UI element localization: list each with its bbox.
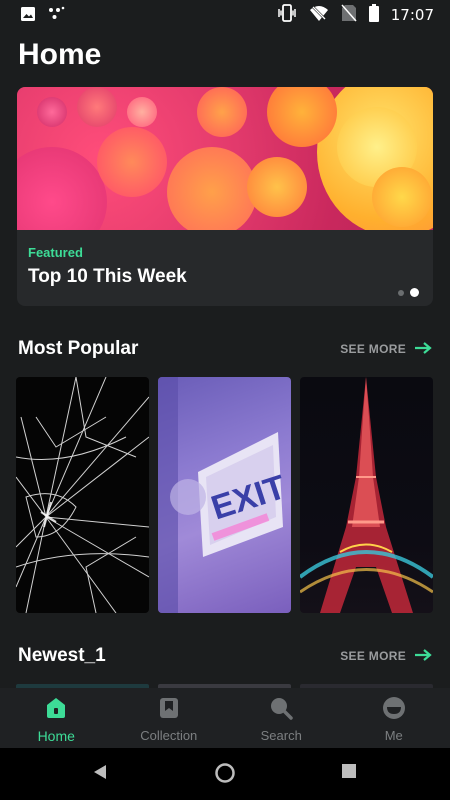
- eiffel-tower-image: [300, 377, 433, 613]
- image-icon: [20, 6, 36, 27]
- see-more-most-popular-button[interactable]: SEE MORE: [340, 341, 432, 357]
- arrow-right-icon: [414, 648, 432, 664]
- battery-icon: [368, 4, 379, 26]
- see-more-label: SEE MORE: [340, 342, 406, 356]
- most-popular-list: EXIT: [16, 377, 433, 613]
- nav-search[interactable]: Search: [225, 688, 338, 748]
- vibrate-icon: [277, 4, 297, 26]
- nav-collection[interactable]: Collection: [113, 688, 226, 748]
- dots-icon: [48, 6, 66, 27]
- nav-me-label: Me: [384, 728, 403, 743]
- newest-header: Newest_1 SEE MORE: [18, 645, 432, 667]
- exit-sign-image: EXIT: [158, 377, 291, 613]
- clock: 17:07: [390, 6, 434, 24]
- carousel-indicator[interactable]: [398, 288, 419, 297]
- no-sim-icon: [341, 4, 357, 26]
- carousel-dot[interactable]: [398, 289, 404, 296]
- wallpaper-thumb-cracked-glass[interactable]: [16, 377, 149, 613]
- arrow-right-icon: [414, 341, 432, 357]
- cracked-glass-image: [16, 377, 149, 613]
- status-bar: 17:07: [0, 0, 450, 28]
- nav-me[interactable]: Me: [338, 688, 450, 748]
- carousel-dot-active[interactable]: [410, 288, 419, 297]
- bookmark-icon: [157, 696, 181, 725]
- section-title-most-popular: Most Popular: [18, 338, 139, 359]
- back-icon[interactable]: [93, 764, 107, 785]
- system-navigation-bar: [0, 748, 450, 800]
- wallpaper-thumb-eiffel-tower[interactable]: [300, 377, 433, 613]
- featured-title: Top 10 This Week: [28, 266, 187, 287]
- most-popular-header: Most Popular SEE MORE: [18, 338, 432, 360]
- recents-icon[interactable]: [342, 764, 356, 783]
- search-icon: [269, 696, 293, 725]
- see-more-label: SEE MORE: [340, 649, 406, 663]
- nav-collection-label: Collection: [140, 728, 198, 743]
- nav-home[interactable]: Home: [0, 688, 113, 748]
- home-circle-icon[interactable]: [214, 762, 236, 789]
- home-icon: [44, 696, 68, 725]
- profile-icon: [382, 696, 406, 725]
- page-title: Home: [18, 38, 102, 71]
- nav-home-label: Home: [37, 728, 75, 744]
- see-more-newest-button[interactable]: SEE MORE: [340, 648, 432, 664]
- featured-image: [17, 87, 433, 230]
- featured-badge: Featured: [28, 245, 83, 260]
- bottom-navigation: Home Collection Search Me: [0, 688, 450, 748]
- featured-card[interactable]: Featured Top 10 This Week: [17, 87, 433, 306]
- wifi-off-icon: [309, 4, 329, 26]
- section-title-newest: Newest_1: [18, 645, 106, 666]
- wallpaper-thumb-exit-sign[interactable]: EXIT: [158, 377, 291, 613]
- nav-search-label: Search: [260, 728, 302, 743]
